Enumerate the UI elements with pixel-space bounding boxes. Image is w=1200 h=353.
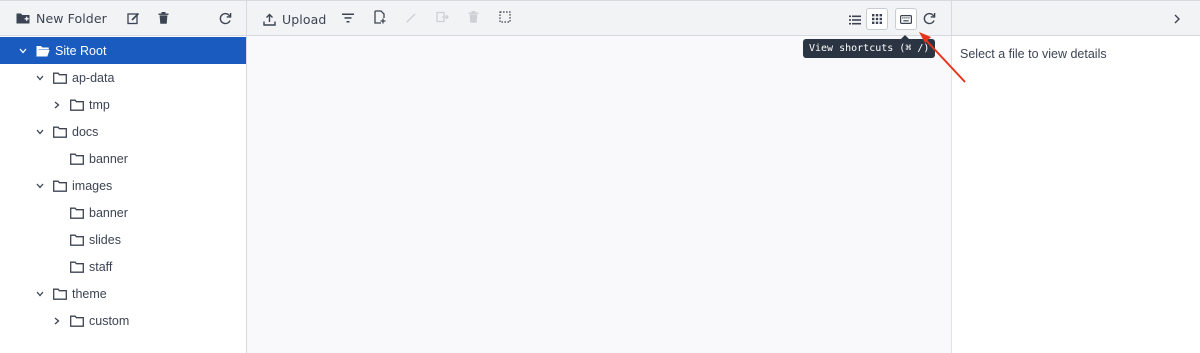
chevron-down-icon[interactable] (35, 73, 45, 83)
tree-item-label: ap-data (72, 70, 115, 85)
tree-item-label: slides (89, 232, 121, 247)
folder-icon (53, 180, 67, 192)
refresh-files-button[interactable] (920, 11, 938, 29)
move-file-button[interactable] (433, 9, 451, 27)
tree-item[interactable]: banner (0, 199, 246, 226)
folder-panel: New Folder Site Root ap-data tmp docs banner… (0, 1, 247, 353)
new-folder-button[interactable]: New Folder (16, 11, 107, 26)
new-file-icon (374, 9, 386, 27)
chevron-down-icon[interactable] (35, 289, 45, 299)
list-icon (849, 13, 861, 28)
tree-item-label: banner (89, 205, 128, 220)
details-panel: Select a file to view details (951, 36, 1200, 353)
refresh-icon (923, 12, 936, 28)
list-view-button[interactable] (844, 9, 866, 31)
new-folder-icon (16, 12, 30, 24)
folder-icon (53, 288, 67, 300)
folder-icon (70, 153, 84, 165)
tree-item[interactable]: slides (0, 226, 246, 253)
pencil-icon (405, 11, 417, 26)
tree-item[interactable]: custom (0, 307, 246, 334)
tree-item-label: Site Root (55, 43, 107, 58)
folder-icon (70, 315, 84, 327)
tree-item-label: custom (89, 313, 130, 328)
tree-root-item[interactable]: Site Root (0, 37, 246, 64)
trash-icon (468, 10, 479, 26)
details-empty-message: Select a file to view details (960, 47, 1107, 61)
tree-item-label: images (72, 178, 113, 193)
chevron-down-icon[interactable] (18, 46, 28, 56)
tree-item[interactable]: theme (0, 280, 246, 307)
file-grid-area[interactable] (247, 36, 951, 353)
details-toolbar (951, 1, 1200, 36)
trash-icon (158, 12, 169, 24)
tree-item-label: docs (72, 124, 99, 139)
tree-item[interactable]: images (0, 172, 246, 199)
folder-open-icon (36, 45, 50, 57)
refresh-tree-button[interactable] (219, 12, 232, 25)
tree-item[interactable]: banner (0, 145, 246, 172)
keyboard-icon (900, 12, 913, 27)
grid-icon (872, 12, 882, 27)
folder-icon (70, 234, 84, 246)
collapse-details-button[interactable] (1168, 10, 1186, 28)
chevron-down-icon[interactable] (35, 127, 45, 137)
select-all-button[interactable] (496, 9, 514, 27)
shortcuts-button[interactable] (895, 8, 917, 30)
folder-icon (53, 72, 67, 84)
new-file-button[interactable] (371, 9, 389, 27)
filter-button[interactable] (339, 9, 357, 27)
tree-item[interactable]: staff (0, 253, 246, 280)
shortcuts-tooltip: View shortcuts (⌘ /) (803, 35, 936, 58)
edit-icon (127, 12, 140, 25)
folder-icon (70, 261, 84, 273)
new-folder-label: New Folder (36, 10, 107, 26)
filter-icon (342, 11, 354, 26)
refresh-icon (219, 12, 232, 25)
chevron-right-icon[interactable] (52, 100, 62, 110)
file-toolbar: Upload (247, 1, 951, 36)
tree-item-label: tmp (89, 97, 110, 112)
chevron-down-icon[interactable] (35, 181, 45, 191)
grid-view-button[interactable] (866, 8, 888, 30)
folder-icon (53, 126, 67, 138)
upload-label: Upload (282, 12, 327, 27)
move-icon (435, 11, 449, 26)
tree-item[interactable]: tmp (0, 91, 246, 118)
edit-file-button[interactable] (402, 9, 420, 27)
upload-button[interactable]: Upload (263, 12, 326, 27)
chevron-right-icon (1173, 12, 1181, 27)
chevron-right-icon[interactable] (52, 316, 62, 326)
tree-item-label: theme (72, 286, 107, 301)
delete-folder-button[interactable] (158, 12, 169, 24)
rename-button[interactable] (127, 12, 140, 25)
delete-file-button[interactable] (464, 9, 482, 27)
folder-icon (70, 99, 84, 111)
marquee-select-icon (499, 10, 511, 26)
tree-item-label: banner (89, 151, 128, 166)
tree-item[interactable]: docs (0, 118, 246, 145)
folder-toolbar: New Folder (0, 1, 246, 36)
upload-icon (263, 13, 276, 26)
folder-icon (70, 207, 84, 219)
file-manager: New Folder Site Root ap-data tmp docs banner… (0, 0, 1200, 353)
tree-item-label: staff (89, 259, 113, 274)
tree-item[interactable]: ap-data (0, 64, 246, 91)
